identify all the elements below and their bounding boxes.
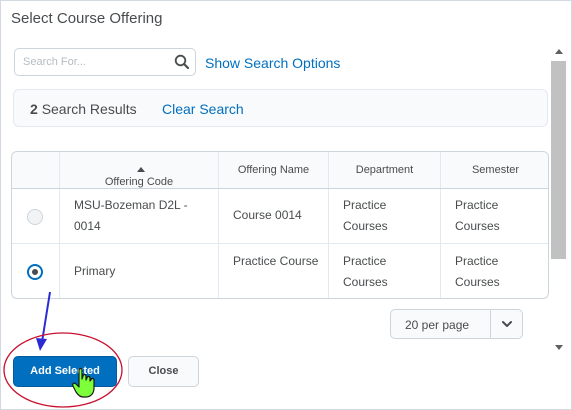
row-radio-button[interactable] <box>27 209 43 225</box>
dialog-title: Select Course Offering <box>11 10 163 27</box>
table-row: Primary Practice Course Practice Courses… <box>12 244 548 298</box>
table-row: MSU-Bozeman D2L - 0014 Course 0014 Pract… <box>12 189 548 244</box>
chevron-down-icon <box>502 321 512 327</box>
scrollbar-thumb[interactable] <box>551 61 566 259</box>
offering-name-cell: Practice Course <box>218 244 328 298</box>
department-cell: Practice Courses <box>328 244 440 298</box>
header-semester-label: Semester <box>471 164 520 176</box>
show-search-options-link[interactable]: Show Search Options <box>205 55 340 71</box>
row-select-cell <box>12 189 59 243</box>
search-input[interactable] <box>23 54 163 70</box>
semester-cell: Practice Courses <box>440 244 548 298</box>
header-offering-code[interactable]: Offering Code <box>59 152 218 188</box>
header-semester[interactable]: Semester <box>440 152 548 188</box>
page-size-value: 20 per page <box>405 318 470 332</box>
page-size-select[interactable]: 20 per page <box>390 309 523 339</box>
department-text: Practice Courses <box>343 254 388 289</box>
header-select-cell <box>12 152 59 188</box>
semester-cell: Practice Courses <box>440 189 548 243</box>
offering-name-text: Course 0014 <box>233 208 302 222</box>
offering-name-text: Practice Course <box>233 254 319 268</box>
search-results-bar: 2 Search Results Clear Search <box>13 89 548 127</box>
scroll-down-arrow-icon[interactable] <box>555 345 563 350</box>
offering-name-cell: Course 0014 <box>218 189 328 243</box>
offerings-table: Offering Code Offering Name Department S… <box>11 151 549 299</box>
select-divider <box>490 310 491 338</box>
search-box <box>14 48 196 76</box>
select-course-offering-dialog: Select Course Offering Show Search Optio… <box>0 0 572 410</box>
clear-search-link[interactable]: Clear Search <box>162 101 244 117</box>
close-button[interactable]: Close <box>128 356 199 387</box>
header-offering-code-label: Offering Code <box>104 176 174 188</box>
row-select-cell <box>12 244 59 298</box>
results-count-label: Search Results <box>41 101 137 117</box>
header-offering-name-label: Offering Name <box>237 164 310 176</box>
header-offering-name[interactable]: Offering Name <box>218 152 328 188</box>
table-header-row: Offering Code Offering Name Department S… <box>12 152 548 189</box>
add-selected-button[interactable]: Add Selected <box>13 356 117 387</box>
results-count-number: 2 <box>30 101 38 117</box>
header-department[interactable]: Department <box>328 152 440 188</box>
offering-code-text: MSU-Bozeman D2L - 0014 <box>74 198 188 233</box>
offering-code-cell: MSU-Bozeman D2L - 0014 <box>59 189 218 243</box>
semester-text: Practice Courses <box>455 198 500 233</box>
search-results-count: 2 Search Results <box>30 101 137 117</box>
offering-code-text: Primary <box>74 264 116 278</box>
vertical-scrollbar[interactable] <box>551 45 567 355</box>
department-text: Practice Courses <box>343 198 388 233</box>
department-cell: Practice Courses <box>328 189 440 243</box>
header-department-label: Department <box>355 164 414 176</box>
offering-code-cell: Primary <box>59 244 218 298</box>
sort-ascending-icon <box>137 167 145 172</box>
semester-text: Practice Courses <box>455 254 500 289</box>
search-icon[interactable] <box>173 53 191 71</box>
scroll-up-arrow-icon[interactable] <box>555 49 563 54</box>
row-radio-button-selected[interactable] <box>27 264 43 280</box>
